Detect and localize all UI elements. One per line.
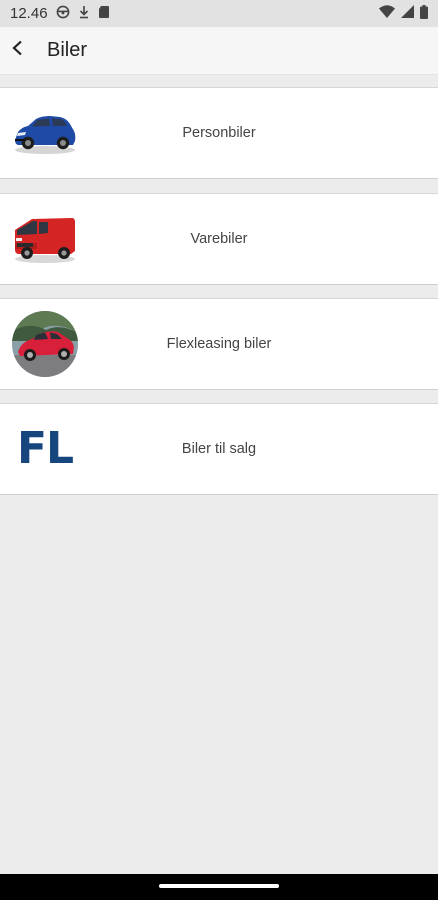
battery-icon — [420, 4, 428, 23]
home-handle[interactable] — [159, 884, 279, 888]
list-item-label: Varebiler — [190, 231, 248, 247]
back-button[interactable] — [2, 27, 34, 75]
list-item-personbiler[interactable]: Personbiler — [0, 87, 438, 179]
list-item-label: Biler til salg — [181, 441, 257, 457]
list-item-label: Personbiler — [182, 125, 256, 141]
system-navigation-bar — [0, 874, 438, 900]
status-time: 12.46 — [10, 5, 48, 22]
wifi-icon — [379, 5, 395, 22]
list-item-biler-til-salg[interactable]: FL Biler til salg — [0, 403, 438, 495]
status-bar: 12.46 — [0, 0, 438, 27]
list-item-label: Flexleasing biler — [166, 336, 272, 352]
arrow-back-icon — [11, 40, 25, 61]
steering-wheel-icon — [56, 5, 70, 23]
sd-card-icon — [98, 5, 110, 23]
signal-icon — [401, 5, 414, 22]
download-icon — [78, 5, 90, 23]
page-title: Biler — [47, 39, 88, 61]
list-item-varebiler[interactable]: Varebiler — [0, 193, 438, 285]
app-bar: Biler — [0, 27, 438, 75]
list-item-flexleasing-biler[interactable]: Flexleasing biler — [0, 298, 438, 390]
